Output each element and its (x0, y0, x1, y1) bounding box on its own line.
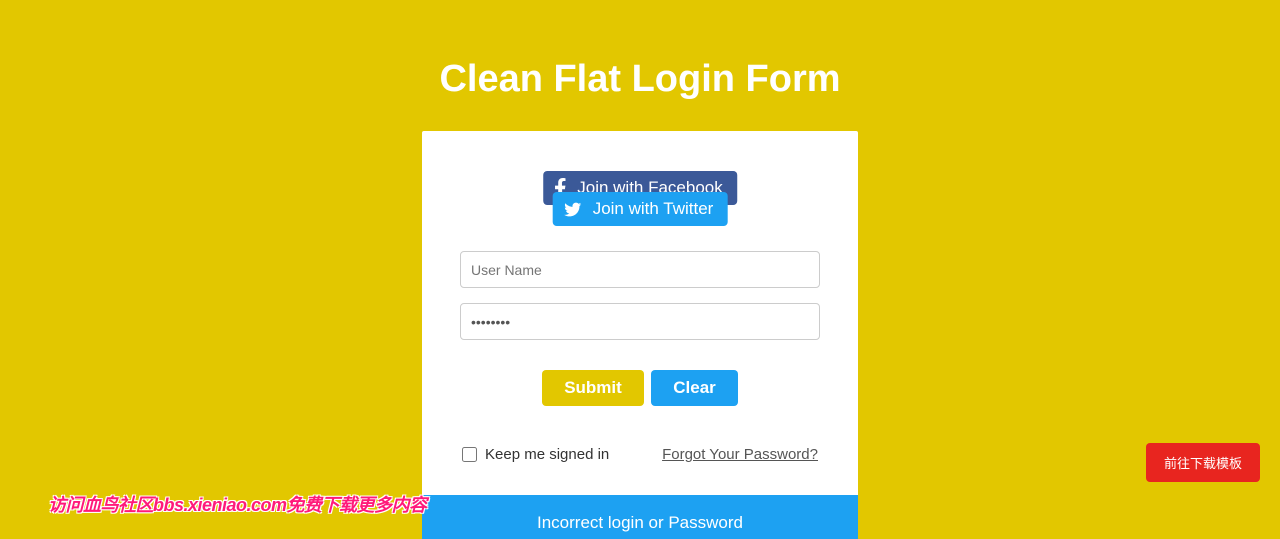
keep-signed-checkbox[interactable] (462, 447, 477, 462)
action-buttons: Submit Clear (460, 370, 820, 406)
page-title: Clean Flat Login Form (0, 0, 1280, 131)
forgot-password-link[interactable]: Forgot Your Password? (662, 446, 818, 463)
watermark-text: 访问血鸟社区bbs.xieniao.com免费下载更多内容 (48, 491, 427, 517)
submit-button[interactable]: Submit (542, 370, 644, 406)
twitter-join-button[interactable]: Join with Twitter (553, 192, 728, 226)
download-template-button[interactable]: 前往下载模板 (1146, 443, 1260, 482)
social-buttons: Join with Facebook Join with Twitter (460, 171, 820, 229)
keep-signed-text: Keep me signed in (485, 446, 609, 463)
password-row (460, 303, 820, 340)
username-input[interactable] (460, 251, 820, 288)
login-card: Join with Facebook Join with Twitter Sub… (422, 131, 858, 539)
twitter-join-label: Join with Twitter (593, 199, 714, 219)
clear-button[interactable]: Clear (651, 370, 738, 406)
keep-signed-label[interactable]: Keep me signed in (462, 446, 609, 463)
username-row (460, 251, 820, 288)
options-row: Keep me signed in Forgot Your Password? (460, 446, 820, 463)
error-message-bar: Incorrect login or Password (422, 495, 858, 539)
twitter-icon (563, 201, 583, 218)
password-input[interactable] (460, 303, 820, 340)
